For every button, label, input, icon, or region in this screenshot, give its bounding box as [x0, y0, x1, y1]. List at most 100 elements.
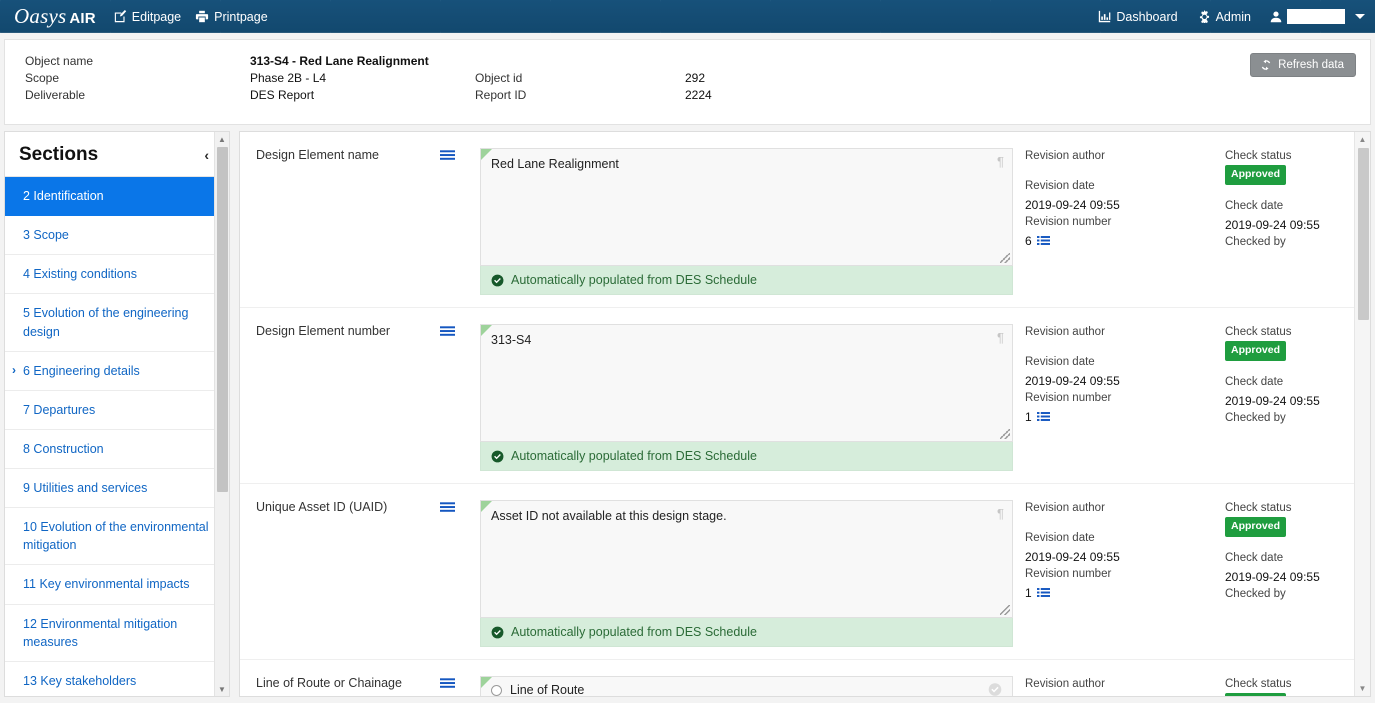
meta-gap: [1025, 341, 1225, 354]
sidebar-item-5-evolution-engineering-design[interactable]: 5 Evolution of the engineering design: [5, 294, 229, 352]
auto-populated-note: Automatically populated from DES Schedul…: [480, 442, 1013, 471]
refresh-data-label: Refresh data: [1278, 59, 1344, 71]
field-menu-button[interactable]: [440, 324, 480, 471]
admin-link[interactable]: Admin: [1198, 10, 1251, 24]
revision-author-label: Revision author: [1025, 502, 1105, 514]
radio-option-line-of-route[interactable]: Line of Route: [491, 683, 1002, 696]
sidebar-collapse-chevron-left-icon[interactable]: ‹: [198, 147, 215, 163]
refresh-data-button[interactable]: Refresh data: [1250, 53, 1356, 77]
value-report-id: 2224: [685, 88, 712, 102]
sidebar-item-8-construction[interactable]: 8 Construction: [5, 430, 229, 469]
sidebar-item-3-scope[interactable]: 3 Scope: [5, 216, 229, 256]
print-page-link[interactable]: Printpage: [195, 10, 268, 24]
revision-column: Revision author Revision date 2019-09-24…: [1015, 148, 1225, 295]
check-circle-icon: [491, 274, 504, 287]
auto-populated-note: Automatically populated from DES Schedul…: [480, 266, 1013, 295]
field-menu-button[interactable]: [440, 676, 480, 696]
sidebar-scrollbar-thumb[interactable]: [217, 147, 228, 492]
sidebar-item-4-existing-conditions[interactable]: 4 Existing conditions: [5, 255, 229, 295]
value-scope: Phase 2B - L4: [250, 71, 327, 85]
revision-history-list-icon[interactable]: [1036, 587, 1050, 598]
field-menu-button[interactable]: [440, 500, 480, 647]
field-row-line-of-route-or-chainage: Line of Route or Chainage Line of Route: [240, 660, 1370, 696]
revision-number-row: 1: [1025, 408, 1225, 426]
sidebar-item-6-engineering-details[interactable]: › 6 Engineering details: [5, 352, 229, 391]
sections-sidebar: Sections ‹ 2 Identification 3 Scope 4 Ex…: [4, 131, 230, 697]
revision-history-list-icon[interactable]: [1036, 235, 1050, 246]
edit-page-label: Editpage: [131, 9, 182, 24]
check-date-value: 2019-09-24 09:55: [1225, 569, 1320, 584]
sidebar-item-10-evolution-environmental-mitigation[interactable]: 10 Evolution of the environmental mitiga…: [5, 508, 229, 566]
pilcrow-icon: ¶: [997, 506, 1004, 521]
field-textarea[interactable]: Asset ID not available at this design st…: [480, 500, 1013, 618]
auto-populated-label: Automatically populated from DES Schedul…: [511, 449, 757, 463]
main-scroll-down-arrow-icon[interactable]: ▼: [1355, 681, 1370, 696]
print-page-label: Printpage: [214, 9, 268, 24]
admin-label: Admin: [1215, 9, 1251, 24]
sidebar-header: Sections ‹: [5, 132, 229, 177]
sidebar-item-label: 13 Key stakeholders: [23, 673, 137, 688]
radio-option-box[interactable]: Line of Route: [480, 676, 1013, 696]
dashboard-link[interactable]: Dashboard: [1098, 10, 1178, 24]
sidebar-scrollbar[interactable]: ▲ ▼: [214, 132, 229, 696]
sidebar-item-13-key-stakeholders[interactable]: 13 Key stakeholders: [5, 662, 229, 696]
edit-page-link[interactable]: Editpage: [114, 10, 181, 24]
check-status-row: Approved ?: [1225, 517, 1370, 538]
field-label: Line of Route or Chainage: [256, 676, 402, 690]
sidebar-item-9-utilities-and-services[interactable]: 9 Utilities and services: [5, 469, 229, 509]
revision-column: Revision author Revision date 2019-09-24…: [1015, 500, 1225, 647]
sidebar-item-7-departures[interactable]: 7 Departures: [5, 391, 229, 430]
status-badge: Approved: [1225, 517, 1287, 538]
sidebar-item-2-identification[interactable]: 2 Identification: [5, 177, 229, 217]
revision-date-label: Revision date: [1025, 532, 1095, 545]
main-scroll-up-arrow-icon[interactable]: ▲: [1355, 132, 1370, 147]
sidebar-item-11-key-environmental-impacts[interactable]: 11 Key environmental impacts: [5, 565, 229, 605]
check-status-label: Check status: [1225, 150, 1292, 162]
revision-date-value: 2019-09-24 09:55: [1025, 197, 1120, 212]
field-textarea[interactable]: 313-S4 ¶: [480, 324, 1013, 442]
textarea-resize-handle[interactable]: [1000, 605, 1010, 615]
sidebar-item-label: 5 Evolution of the engineering design: [23, 306, 189, 339]
main-scrollbar-thumb[interactable]: [1358, 148, 1369, 320]
sidebar-item-12-environmental-mitigation-measures[interactable]: 12 Environmental mitigation measures: [5, 605, 229, 662]
check-circle-icon: [491, 450, 504, 463]
sidebar-scroll-up-arrow-icon[interactable]: ▲: [215, 132, 229, 146]
radio-button-icon[interactable]: [491, 684, 502, 696]
textarea-resize-handle[interactable]: [1000, 429, 1010, 439]
revision-column: Revision author Revision date 2019-09-24…: [1015, 324, 1225, 471]
textarea-wrapper: Asset ID not available at this design st…: [480, 500, 1015, 618]
field-row-design-element-name: Design Element name Red Lane Realignment…: [240, 132, 1370, 308]
revision-date-value: 2019-09-24 09:55: [1025, 549, 1120, 564]
revision-column: Revision author: [1015, 676, 1225, 696]
meta-gap: [1025, 517, 1225, 530]
textarea-wrapper: Line of Route: [480, 676, 1015, 696]
main-scrollbar[interactable]: ▲ ▼: [1354, 132, 1370, 696]
pilcrow-icon: ¶: [997, 330, 1004, 345]
revision-number-row: 1: [1025, 584, 1225, 602]
field-menu-button[interactable]: [440, 148, 480, 295]
meta-gap: [1225, 185, 1370, 198]
spacer-cell-a: [475, 54, 685, 68]
field-row-design-element-number: Design Element number 313-S4 ¶ Automatic…: [240, 308, 1370, 484]
textarea-resize-handle[interactable]: [1000, 253, 1010, 263]
revision-number-label: Revision number: [1025, 392, 1112, 405]
value-object-id: 292: [685, 71, 706, 85]
sidebar-scroll-down-arrow-icon[interactable]: ▼: [215, 682, 229, 696]
auto-populated-label: Automatically populated from DES Schedul…: [511, 273, 757, 287]
revision-history-list-icon[interactable]: [1036, 411, 1050, 422]
textarea-wrapper: 313-S4 ¶: [480, 324, 1015, 442]
sidebar-item-label: 2 Identification: [23, 189, 104, 203]
check-status-row: Approved ?: [1225, 341, 1370, 362]
brand-air-text: AIR: [69, 10, 96, 27]
field-text-value: Red Lane Realignment: [491, 157, 619, 171]
field-value-column: Line of Route: [480, 676, 1015, 696]
user-menu[interactable]: [1269, 9, 1365, 24]
sidebar-title: Sections: [19, 144, 99, 165]
check-status-row: Approved ?: [1225, 693, 1370, 696]
gear-icon: [1198, 10, 1211, 24]
field-textarea[interactable]: Red Lane Realignment ¶: [480, 148, 1013, 266]
check-circle-icon: [491, 626, 504, 639]
sidebar-item-label: 12 Environmental mitigation measures: [23, 616, 178, 649]
revision-number-label: Revision number: [1025, 216, 1112, 229]
dashboard-chart-icon: [1098, 10, 1111, 23]
